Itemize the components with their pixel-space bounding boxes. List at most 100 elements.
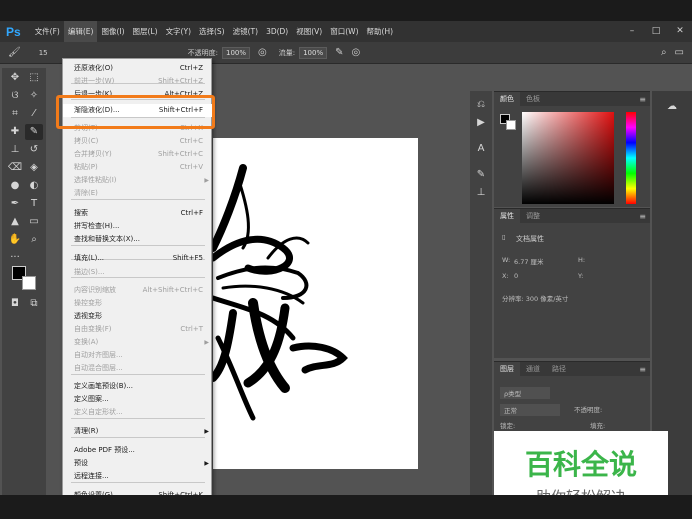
- ink-artwork: [213, 164, 348, 421]
- color-bg-swatch[interactable]: [506, 120, 516, 130]
- workspace-icon[interactable]: ▭: [675, 47, 684, 58]
- pressure-size-icon[interactable]: ◎: [352, 47, 361, 58]
- menu-item[interactable]: 颜色设置(G)... Shift+Ctrl+K: [63, 489, 213, 495]
- opacity-input[interactable]: 100%: [221, 46, 250, 59]
- clone-stamp-icon[interactable]: ⊥: [6, 142, 24, 158]
- menu-item[interactable]: 预设 ▶: [63, 457, 213, 470]
- menu-item[interactable]: 定义画笔预设(B)...: [63, 380, 213, 393]
- menu-item[interactable]: 远程连接...: [63, 470, 213, 483]
- menu-item[interactable]: 拼写检查(H)...: [63, 220, 213, 233]
- menu-item[interactable]: 选择性粘贴(I) ▶: [63, 174, 213, 187]
- screen-mode-icon[interactable]: ⧉: [25, 296, 43, 312]
- blur-tool-icon[interactable]: ●: [6, 178, 24, 194]
- menu-item[interactable]: 自动对齐图层...: [63, 349, 213, 362]
- airbrush-icon[interactable]: ✎: [335, 47, 343, 58]
- type-tool-icon[interactable]: T: [25, 196, 43, 212]
- menu-item[interactable]: 定义自定形状...: [63, 406, 213, 419]
- menu-image[interactable]: 图像(I): [97, 21, 128, 42]
- menu-item[interactable]: 合并拷贝(Y) Shift+Ctrl+C: [63, 148, 213, 161]
- history-panel-icon[interactable]: ⎌: [473, 99, 489, 115]
- hue-slider[interactable]: [626, 112, 636, 204]
- menu-item[interactable]: 拷贝(C) Ctrl+C: [63, 135, 213, 148]
- menu-item[interactable]: 操控变形: [63, 297, 213, 310]
- brush-size[interactable]: 15: [39, 49, 48, 57]
- menu-item[interactable]: 粘贴(P) Ctrl+V: [63, 161, 213, 174]
- eyedropper-tool-icon[interactable]: ⁄: [25, 106, 43, 122]
- eraser-tool-icon[interactable]: ⌫: [6, 160, 24, 176]
- more-tools-icon[interactable]: ···: [6, 250, 24, 266]
- path-select-icon[interactable]: ▲: [6, 214, 24, 230]
- move-tool-icon[interactable]: ✥: [6, 70, 24, 86]
- tab-adjustments[interactable]: 调整: [520, 209, 546, 223]
- menu-view[interactable]: 视图(V): [292, 21, 326, 42]
- menu-item[interactable]: 搜索 Ctrl+F: [63, 207, 213, 220]
- shape-tool-icon[interactable]: ▭: [25, 214, 43, 230]
- menu-item[interactable]: 查找和替换文本(X)...: [63, 233, 213, 246]
- layer-filter-select[interactable]: ρ类型: [500, 387, 550, 399]
- document-canvas[interactable]: [213, 138, 418, 469]
- menu-item[interactable]: 填充(L)... Shift+F5: [63, 252, 213, 265]
- menu-item[interactable]: 自动混合图层...: [63, 362, 213, 375]
- brush-panel-icon[interactable]: ✎: [473, 169, 489, 185]
- menu-item[interactable]: 变换(A) ▶: [63, 336, 213, 349]
- crop-tool-icon[interactable]: ⌗: [6, 106, 24, 122]
- menu-item[interactable]: 定义图案...: [63, 393, 213, 406]
- clone-source-icon[interactable]: ⊥: [473, 187, 489, 203]
- panel-menu-icon[interactable]: ≡: [639, 212, 646, 221]
- healing-brush-icon[interactable]: ✚: [6, 124, 24, 140]
- menu-select[interactable]: 选择(S): [195, 21, 229, 42]
- dodge-tool-icon[interactable]: ◐: [25, 178, 43, 194]
- menu-item[interactable]: 清理(R) ▶: [63, 425, 213, 438]
- menu-help[interactable]: 帮助(H): [363, 21, 398, 42]
- tab-color[interactable]: 颜色: [494, 92, 520, 106]
- menu-edit[interactable]: 编辑(E): [63, 21, 98, 42]
- marquee-tool-icon[interactable]: ⬚: [25, 70, 43, 86]
- brush-tool-icon[interactable]: ✎: [25, 124, 43, 140]
- menu-filter[interactable]: 滤镜(T): [229, 21, 262, 42]
- tab-layers[interactable]: 图层: [494, 362, 520, 376]
- menu-item[interactable]: 描边(S)...: [63, 266, 213, 279]
- menu-item-label: 搜索: [74, 209, 88, 217]
- color-field[interactable]: [522, 112, 614, 204]
- quick-mask-icon[interactable]: ◘: [6, 296, 24, 312]
- panel-menu-icon[interactable]: ≡: [639, 365, 646, 374]
- tab-swatches[interactable]: 色板: [520, 92, 546, 106]
- tab-properties[interactable]: 属性: [494, 209, 520, 223]
- pen-tool-icon[interactable]: ✒: [6, 196, 24, 212]
- menu-item[interactable]: 内容识别缩放 Alt+Shift+Ctrl+C: [63, 284, 213, 297]
- panel-menu-icon[interactable]: ≡: [639, 95, 646, 104]
- lasso-tool-icon[interactable]: ଓ: [6, 88, 24, 104]
- character-panel-icon[interactable]: A: [473, 143, 489, 159]
- flow-input[interactable]: 100%: [299, 46, 328, 59]
- hand-tool-icon[interactable]: ✋: [6, 232, 24, 248]
- history-brush-icon[interactable]: ↺: [25, 142, 43, 158]
- paint-bucket-icon[interactable]: ◈: [25, 160, 43, 176]
- actions-panel-icon[interactable]: ▶: [473, 117, 489, 133]
- menu-item-label: 自由变换(F): [74, 325, 112, 333]
- brush-tool-icon[interactable]: 🖌: [8, 47, 21, 58]
- zoom-tool-icon[interactable]: ⌕: [25, 232, 43, 248]
- menu-item[interactable]: 透视变形: [63, 310, 213, 323]
- maximize-button[interactable]: □: [644, 21, 668, 42]
- blend-mode-select[interactable]: 正常: [500, 404, 560, 416]
- magic-wand-icon[interactable]: ✧: [25, 88, 43, 104]
- menu-item-label: 变换(A): [74, 338, 99, 346]
- libraries-icon[interactable]: ☁: [664, 101, 680, 117]
- menu-item[interactable]: 还原液化(O) Ctrl+Z: [63, 62, 213, 75]
- menu-window[interactable]: 窗口(W): [326, 21, 362, 42]
- menu-item[interactable]: 清除(E): [63, 187, 213, 200]
- menu-item[interactable]: 自由变换(F) Ctrl+T: [63, 323, 213, 336]
- minimize-button[interactable]: –: [620, 21, 644, 42]
- pressure-opacity-icon[interactable]: ◎: [258, 47, 267, 58]
- tab-channels[interactable]: 通道: [520, 362, 546, 376]
- menu-3d[interactable]: 3D(D): [262, 21, 292, 42]
- tab-paths[interactable]: 路径: [546, 362, 572, 376]
- menu-layer[interactable]: 图层(L): [129, 21, 162, 42]
- menu-item[interactable]: 前进一步(W) Shift+Ctrl+Z: [63, 75, 213, 88]
- search-icon[interactable]: ⌕: [661, 47, 667, 58]
- close-button[interactable]: ✕: [668, 21, 692, 42]
- menu-file[interactable]: 文件(F): [31, 21, 64, 42]
- menu-type[interactable]: 文字(Y): [162, 21, 195, 42]
- menu-item[interactable]: Adobe PDF 预设...: [63, 444, 213, 457]
- background-color-swatch[interactable]: [22, 276, 36, 290]
